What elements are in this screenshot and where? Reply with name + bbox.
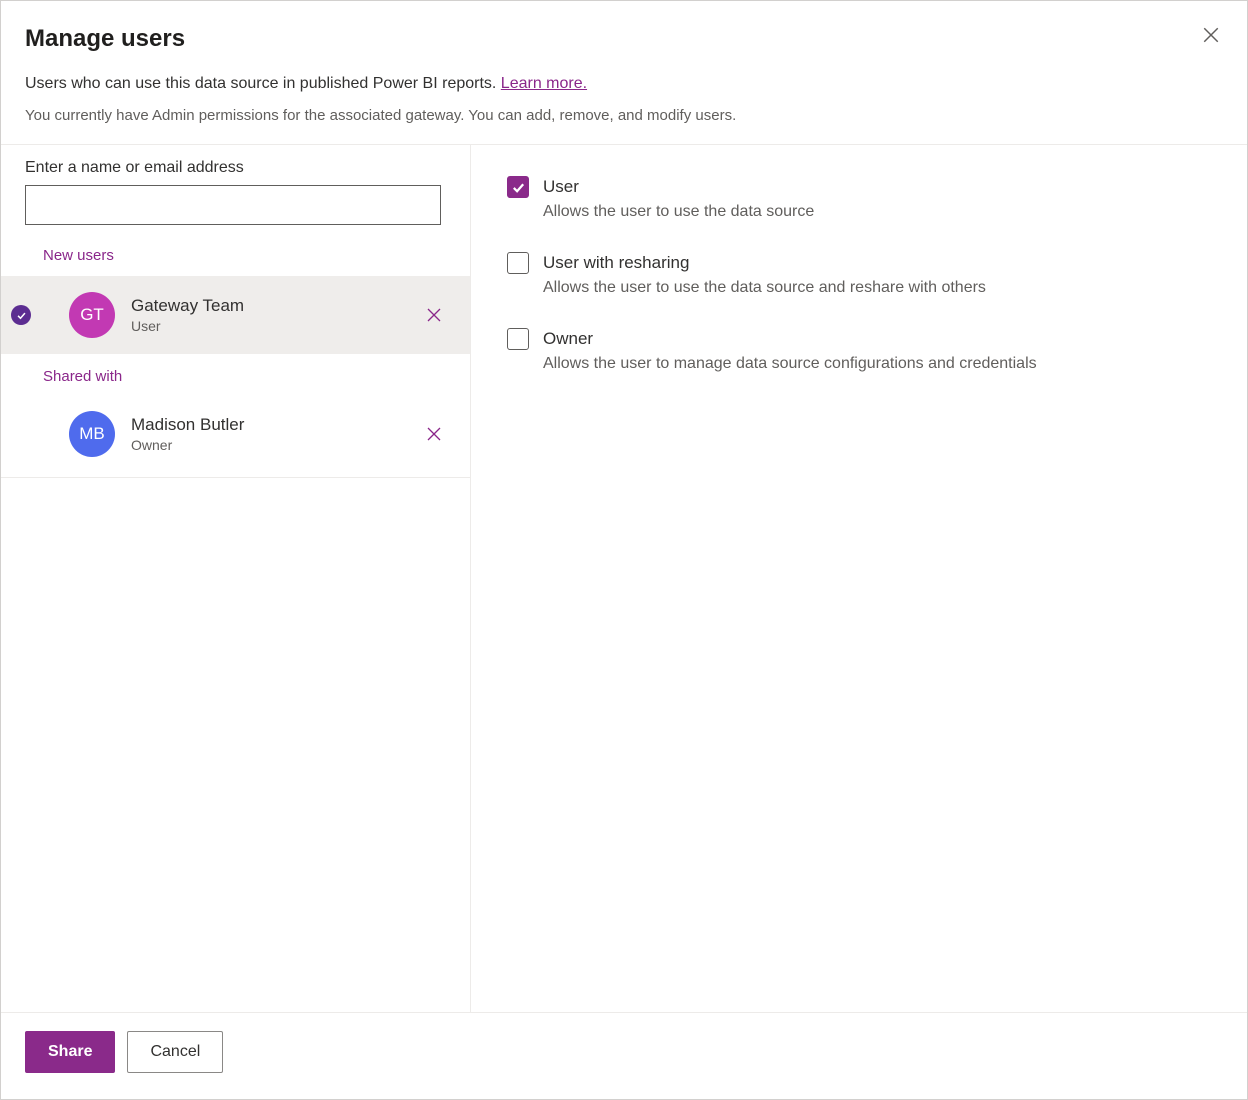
- checkbox-label: User with resharing: [543, 251, 1211, 275]
- dialog-footer: Share Cancel: [1, 1012, 1247, 1099]
- search-section: Enter a name or email address: [1, 145, 470, 239]
- learn-more-link[interactable]: Learn more.: [501, 75, 587, 92]
- user-name: Gateway Team: [131, 295, 418, 317]
- checkbox-label: Owner: [543, 327, 1211, 351]
- dialog-body: Enter a name or email address New users …: [1, 145, 1247, 1012]
- avatar: MB: [69, 411, 115, 457]
- close-icon: [426, 307, 442, 323]
- checkbox-desc: Allows the user to use the data source a…: [543, 277, 1211, 299]
- description-text: Users who can use this data source in pu…: [25, 75, 501, 92]
- checkbox-label: User: [543, 175, 1211, 199]
- permission-option-owner: Owner Allows the user to manage data sou…: [507, 327, 1211, 375]
- checkmark-icon: [511, 180, 526, 195]
- shared-with-header: Shared with: [1, 354, 470, 395]
- avatar: GT: [69, 292, 115, 338]
- user-role: Owner: [131, 436, 418, 454]
- user-info: Madison Butler Owner: [131, 414, 418, 454]
- remove-user-button[interactable]: [418, 299, 450, 331]
- search-label: Enter a name or email address: [25, 159, 446, 177]
- checkbox-content: User Allows the user to use the data sou…: [543, 175, 1211, 223]
- user-role: User: [131, 317, 418, 335]
- checkbox-desc: Allows the user to use the data source: [543, 201, 1211, 223]
- close-icon: [426, 426, 442, 442]
- checkbox-content: User with resharing Allows the user to u…: [543, 251, 1211, 299]
- manage-users-dialog: Manage users Users who can use this data…: [0, 0, 1248, 1100]
- checkbox-content: Owner Allows the user to manage data sou…: [543, 327, 1211, 375]
- user-info: Gateway Team User: [131, 295, 418, 335]
- checkbox-resharing[interactable]: [507, 252, 529, 274]
- cancel-button[interactable]: Cancel: [127, 1031, 223, 1073]
- right-panel: User Allows the user to use the data sou…: [471, 145, 1247, 1012]
- dialog-header: Manage users Users who can use this data…: [1, 1, 1247, 145]
- checkmark-icon: [16, 310, 27, 321]
- user-row-gateway-team[interactable]: GT Gateway Team User: [1, 276, 470, 354]
- new-users-header: New users: [1, 239, 470, 276]
- shared-with-section: Shared with MB Madison Butler Owner: [1, 354, 470, 478]
- close-icon: [1202, 26, 1220, 44]
- checkbox-desc: Allows the user to manage data source co…: [543, 353, 1211, 375]
- close-button[interactable]: [1195, 19, 1227, 51]
- remove-user-button[interactable]: [418, 418, 450, 450]
- dialog-description: Users who can use this data source in pu…: [25, 75, 1223, 93]
- permission-note: You currently have Admin permissions for…: [25, 107, 1223, 124]
- user-row-madison-butler[interactable]: MB Madison Butler Owner: [1, 395, 470, 473]
- permission-option-resharing: User with resharing Allows the user to u…: [507, 251, 1211, 299]
- share-button[interactable]: Share: [25, 1031, 115, 1073]
- checkbox-owner[interactable]: [507, 328, 529, 350]
- search-input[interactable]: [25, 185, 441, 225]
- permission-option-user: User Allows the user to use the data sou…: [507, 175, 1211, 223]
- selection-badge: [11, 305, 31, 325]
- dialog-title: Manage users: [25, 25, 1223, 53]
- user-name: Madison Butler: [131, 414, 418, 436]
- checkbox-user[interactable]: [507, 176, 529, 198]
- left-panel: Enter a name or email address New users …: [1, 145, 471, 1012]
